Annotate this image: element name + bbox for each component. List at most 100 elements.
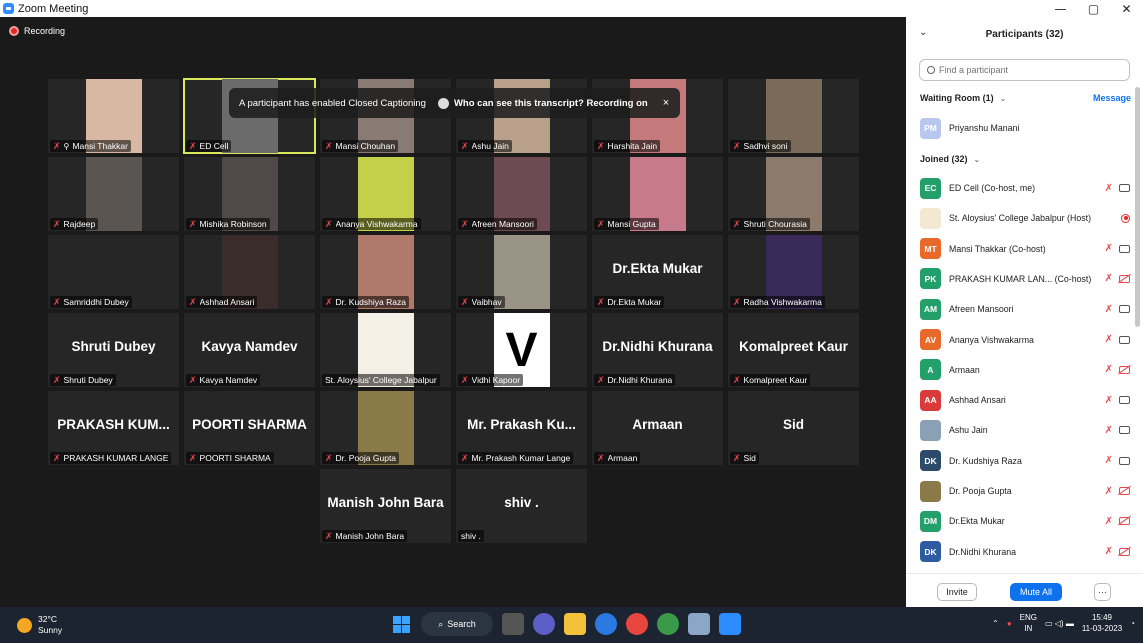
video-tile[interactable]: ✗ Shruti Chourasia [728,157,859,231]
video-tile[interactable]: Kavya Namdev ✗ Kavya Namdev [184,313,315,387]
chevron-up-icon[interactable]: ⌃ [992,619,999,628]
video-tile[interactable]: ✗ ⚲ Mansi Thakkar [48,79,179,153]
mute-all-button[interactable]: Mute All [1010,583,1062,601]
participant-name: Mansi Thakkar (Co-host) [949,243,1046,254]
maximize-button[interactable]: ▢ [1077,0,1110,17]
video-tile[interactable]: Mr. Prakash Ku... ✗ Mr. Prakash Kumar Lang… [456,391,587,465]
video-tile[interactable]: ✗ Ashhad Ansari [184,235,315,309]
participant-row[interactable]: AA Ashhad Ansari ✗ [920,389,1130,411]
video-tile[interactable]: shiv . shiv . [456,469,587,543]
video-icon [1119,426,1130,435]
panel-title: Participants (32) [985,28,1064,40]
participant-row[interactable]: St. Aloysius' College Jabalpur (Host) [920,207,1130,229]
minimize-button[interactable]: — [1044,0,1077,17]
participant-row[interactable]: DM Dr.Ekta Mukar ✗ [920,510,1130,532]
panel-scrollbar[interactable] [1135,87,1140,327]
weather-widget[interactable]: 32°C Sunny [17,614,62,636]
search-input[interactable] [939,65,1119,75]
file-explorer-icon[interactable] [564,613,586,635]
zoom-taskbar-icon[interactable] [719,613,741,635]
chevron-down-icon[interactable]: ⌄ [919,27,927,38]
participant-row[interactable]: A Armaan ✗ [920,359,1130,381]
muted-mic-icon: ✗ [597,374,605,385]
microphone-icon[interactable]: ● [1007,619,1012,628]
video-tile[interactable]: ✗ Mishika Robinson [184,157,315,231]
participant-search[interactable] [919,59,1130,81]
chrome-icon[interactable] [626,613,648,635]
video-tile[interactable]: ✗ Rajdeep [48,157,179,231]
title-bar: Zoom Meeting — ▢ ✕ [0,0,1143,17]
name-label: ✗ Harshita Jain [594,140,661,152]
caption-message: A participant has enabled Closed Caption… [239,97,426,109]
video-tile[interactable]: Komalpreet Kaur ✗ Komalpreet Kaur [728,313,859,387]
participant-name: Manish John Bara [335,531,405,541]
muted-mic-icon: ✗ [1104,394,1113,406]
start-button[interactable] [390,613,412,635]
muted-mic-icon: ✗ [597,140,605,151]
video-tile[interactable]: Manish John Bara ✗ Manish John Bara [320,469,451,543]
region-code: IN [1024,624,1033,633]
waiting-room-header[interactable]: Waiting Room (1) ⌄ [920,93,1006,103]
taskbar-search[interactable]: ⌕ Search [421,612,493,636]
participant-row[interactable]: PK PRAKASH KUMAR LAN... (Co-host) ✗ [920,268,1130,290]
participant-row[interactable]: MT Mansi Thakkar (Co-host) ✗ [920,238,1130,260]
participant-name: Ananya Vishwakarma [949,334,1034,345]
participant-row[interactable]: AM Afreen Mansoori ✗ [920,298,1130,320]
teams-chat-icon[interactable] [533,613,555,635]
video-tile[interactable]: ✗ Dr. Kudshiya Raza [320,235,451,309]
avatar: PK [920,268,941,290]
video-tile[interactable]: ✗ Mansi Gupta [592,157,723,231]
video-tile[interactable]: ✗ Dr. Pooja Gupta [320,391,451,465]
message-waiting-button[interactable]: Message [1093,93,1131,103]
participant-row[interactable]: AV Ananya Vishwakarma ✗ [920,329,1130,351]
video-tile[interactable]: Dr.Ekta Mukar ✗ Dr.Ekta Mukar [592,235,723,309]
network-volume-battery-icons[interactable]: ▭ ◁) ▬ [1045,619,1074,628]
video-tile[interactable]: PRAKASH KUM... ✗ PRAKASH KUMAR LANGE [48,391,179,465]
muted-mic-icon: ✗ [53,218,61,229]
waiting-participant[interactable]: PM Priyanshu Manani [920,117,1130,139]
edge-icon[interactable] [595,613,617,635]
more-options-button[interactable]: ··· [1094,583,1111,601]
video-tile[interactable]: Armaan ✗ Armaan [592,391,723,465]
close-window-button[interactable]: ✕ [1110,0,1143,17]
recording-label: Recording [24,26,66,36]
muted-mic-icon: ✗ [733,218,741,229]
avatar [920,207,941,229]
video-tile[interactable]: ✗ Samriddhi Dubey [48,235,179,309]
video-tile[interactable]: Sid ✗ Sid [728,391,859,465]
muted-mic-icon: ✗ [461,140,469,151]
video-tile[interactable]: ✗ Sadhvi soni [728,79,859,153]
video-tile[interactable]: ✗ Vaibhav [456,235,587,309]
transcript-question: Who can see this transcript? Recording o… [453,97,648,109]
muted-mic-icon: ✗ [1104,334,1113,345]
video-tile[interactable]: St. Aloysius' College Jabalpur [320,313,451,387]
language-indicator[interactable]: ENG IN [1020,612,1037,634]
name-label: shiv . [458,530,484,542]
invite-button[interactable]: Invite [937,583,977,601]
video-tile[interactable]: Dr.Nidhi Khurana ✗ Dr.Nidhi Khurana [592,313,723,387]
transcript-info-link[interactable]: Who can see this transcript? Recording o… [437,97,648,109]
muted-mic-icon: ✗ [733,296,741,307]
clock[interactable]: 15:49 11-03-2023 [1082,612,1122,634]
whatsapp-icon[interactable] [657,613,679,635]
display-name: Manish John Bara [327,495,444,510]
notification-icon[interactable]: ◔ [1130,619,1135,628]
video-tile[interactable]: Shruti Dubey ✗ Shruti Dubey [48,313,179,387]
participant-row[interactable]: Ashu Jain ✗ [920,419,1130,441]
joined-header[interactable]: Joined (32) ⌄ [920,154,980,164]
participant-row[interactable]: DK Dr.Nidhi Khurana ✗ [920,541,1130,563]
participant-row[interactable]: EC ED Cell (Co-host, me) ✗ [920,177,1130,199]
video-tile[interactable]: ✗ Ananya Vishwakarma [320,157,451,231]
participant-row[interactable]: DK Dr. Kudshiya Raza ✗ [920,450,1130,472]
recording-indicator[interactable]: Recording [9,26,65,36]
display-name: Dr.Ekta Mukar [612,261,703,276]
video-tile[interactable]: ✗ Radha Vishwakarma [728,235,859,309]
task-view-icon[interactable] [502,613,524,635]
close-banner-button[interactable]: × [663,97,669,109]
muted-mic-icon: ✗ [1104,455,1113,467]
video-tile[interactable]: V ✗ Vidhi Kapoor [456,313,587,387]
participant-row[interactable]: Dr. Pooja Gupta ✗ [920,480,1130,502]
photos-icon[interactable] [688,613,710,635]
video-tile[interactable]: ✗ Afreen Mansoori [456,157,587,231]
video-tile[interactable]: POORTI SHARMA ✗ POORTI SHARMA [184,391,315,465]
